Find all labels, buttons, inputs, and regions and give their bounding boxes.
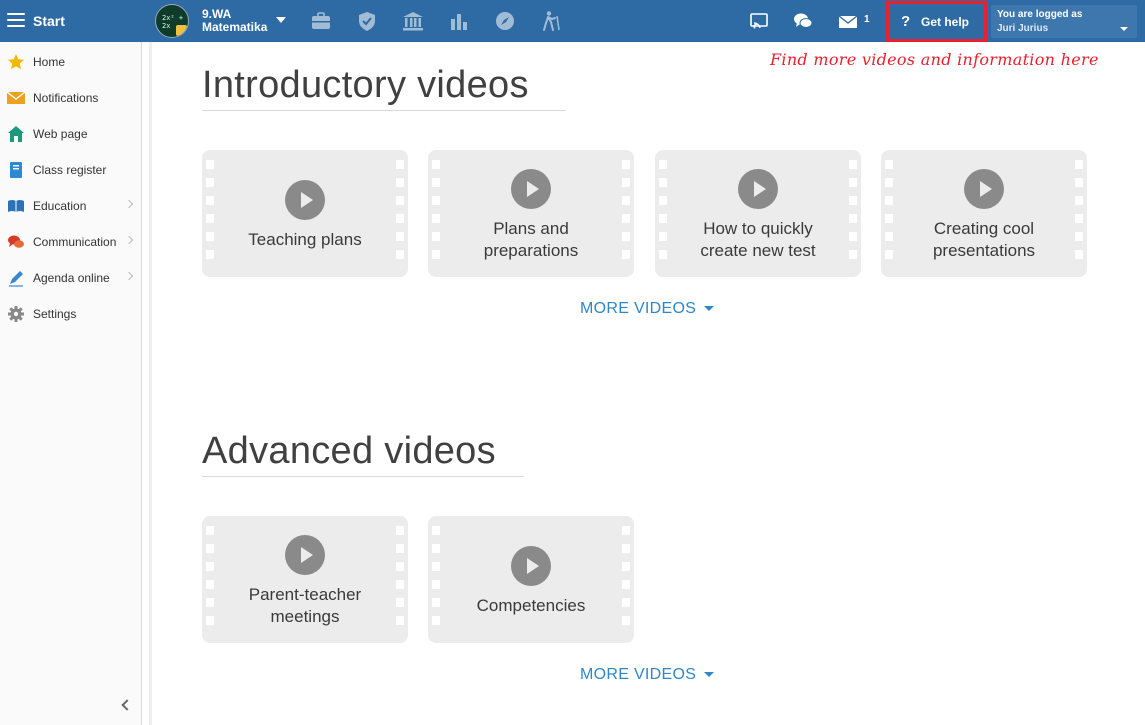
video-title: Plans and preparations [483,219,579,260]
section-title-introductory: Introductory videos [202,64,529,106]
message-count-badge: 1 [864,14,870,25]
video-title: Parent-teacher meetings [248,585,362,626]
sidebar-item-home[interactable]: Home [0,43,141,79]
video-title: Competencies [476,596,586,615]
more-videos-label: MORE VIDEOS [580,666,697,683]
video-card[interactable]: Creating cool presentations [881,150,1087,277]
sidebar-item-label: Home [33,55,66,69]
sidebar-item-web-page[interactable]: Web page [0,115,141,151]
house-icon [7,125,25,143]
caret-down-icon [704,306,715,312]
user-name: Juri Jurius [997,23,1049,34]
get-help-label: Get help [921,15,970,29]
institution-icon[interactable] [402,10,424,32]
class-selector[interactable]: 9.WA Matematika [202,8,267,34]
bar-chart-icon[interactable] [448,10,470,32]
chevron-right-icon [124,199,134,209]
book-icon [7,197,25,215]
pen-icon [7,269,25,287]
envelope-icon [6,89,26,107]
video-title: How to quickly create new test [700,219,816,260]
section-underline [202,476,524,477]
shield-icon[interactable] [356,10,378,32]
sidebar-item-agenda-online[interactable]: Agenda online [0,259,141,295]
more-videos-link[interactable]: MORE VIDEOS [580,666,715,684]
chevron-right-icon [124,271,134,281]
user-dropdown-caret-icon [1120,27,1128,31]
hamburger-icon [7,13,25,27]
sidebar-item-notifications[interactable]: Notifications [0,79,141,115]
user-menu[interactable]: You are logged as Juri Jurius [991,5,1137,38]
play-icon [511,169,551,209]
sidebar-item-label: Web page [33,127,88,141]
help-annotation: Find more videos and information here [770,50,1099,69]
play-icon [285,535,325,575]
more-videos-label: MORE VIDEOS [580,300,697,317]
sidebar-item-label: Communication [33,235,117,249]
compass-icon[interactable] [494,10,516,32]
sidebar-item-label: Class register [33,163,107,177]
sidebar-item-education[interactable]: Education [0,187,141,223]
logged-as-label: You are logged as [997,9,1083,20]
chevron-left-icon [121,699,133,711]
video-card[interactable]: Teaching plans [202,150,408,277]
main-content: Find more videos and information here In… [152,42,1145,725]
question-mark-icon: ? [901,13,911,30]
sidebar-item-label: Education [33,199,87,213]
hiking-icon[interactable] [540,10,562,32]
video-card[interactable]: Competencies [428,516,634,643]
section-title-advanced: Advanced videos [202,430,496,472]
gear-icon [7,305,25,323]
sidebar-item-label: Settings [33,307,77,321]
sidebar-item-communication[interactable]: Communication [0,223,141,259]
chat-icon [7,233,25,251]
video-title: Teaching plans [248,230,362,249]
get-help-button[interactable]: ? Get help [886,1,987,42]
play-icon [964,169,1004,209]
sidebar: Home Notifications Web page Class regist… [0,42,142,725]
cast-screen-icon[interactable] [749,11,769,31]
class-badge-icon [176,25,187,36]
section-underline [202,110,566,111]
start-label: Start [33,13,65,29]
mail-icon[interactable] [838,11,858,31]
notebook-icon [7,161,25,179]
chevron-right-icon [124,235,134,245]
collapse-sidebar-button[interactable] [119,698,133,712]
video-title: Creating cool presentations [932,219,1036,260]
class-dropdown-caret-icon[interactable] [276,17,286,23]
play-icon [511,546,551,586]
play-icon [738,169,778,209]
video-card[interactable]: Parent-teacher meetings [202,516,408,643]
class-avatar[interactable]: 2x² + 2x [155,4,189,38]
video-card[interactable]: How to quickly create new test [655,150,861,277]
sidebar-item-label: Notifications [33,91,99,105]
star-icon [7,53,25,71]
more-videos-link[interactable]: MORE VIDEOS [580,300,715,318]
top-bar: Start 2x² + 2x 9.WA Matematika 1 ? Get h… [0,0,1145,42]
sidebar-item-label: Agenda online [33,271,110,285]
briefcase-icon[interactable] [310,10,332,32]
video-card[interactable]: Plans and preparations [428,150,634,277]
chat-bubbles-icon[interactable] [793,11,813,31]
sidebar-item-settings[interactable]: Settings [0,295,141,331]
play-icon [285,180,325,220]
class-subject: Matematika [202,20,268,34]
sidebar-item-class-register[interactable]: Class register [0,151,141,187]
start-menu-button[interactable]: Start [0,0,142,42]
caret-down-icon [704,672,715,678]
